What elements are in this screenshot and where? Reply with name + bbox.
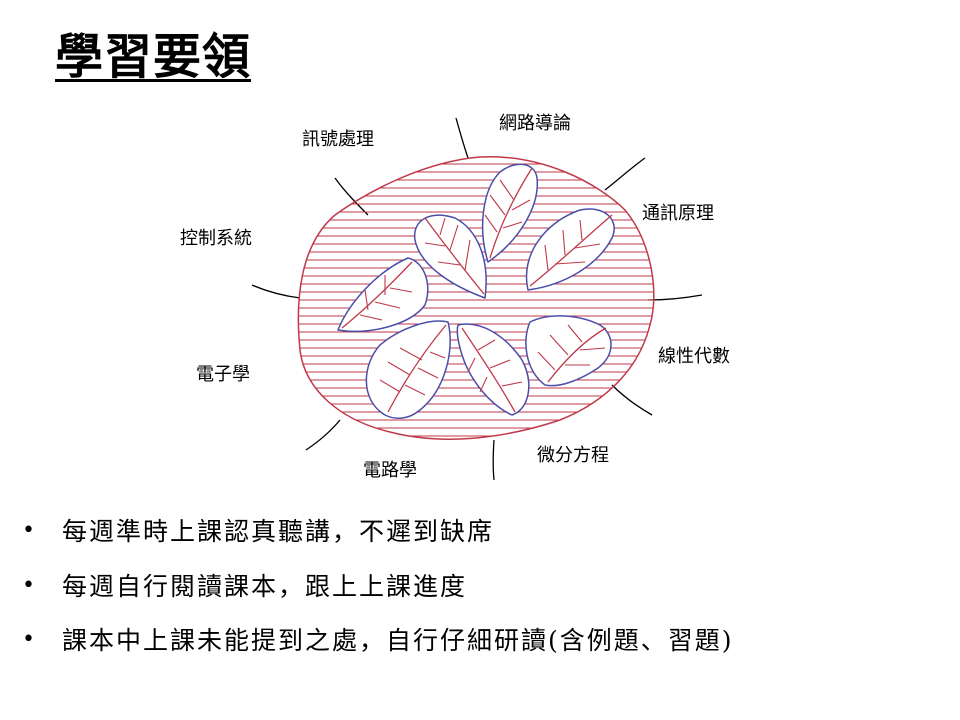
leaf-left bbox=[337, 257, 429, 332]
bullet-text: 每週準時上課認真聽講，不遲到缺席 bbox=[62, 517, 495, 546]
leaves bbox=[337, 163, 615, 420]
leaf-top bbox=[481, 163, 539, 263]
leaf-lower-middle bbox=[456, 323, 530, 416]
label-network-intro: 網路導論 bbox=[499, 113, 571, 134]
slide: 學習要領 訊號處理 網路導論 通訊原理 控制系統 線性代數 電子學 微分方程 電… bbox=[0, 0, 960, 720]
label-differential-equations: 微分方程 bbox=[537, 445, 609, 466]
leaf-upper-right bbox=[525, 208, 615, 291]
course-diagram: 訊號處理 網路導論 通訊原理 控制系統 線性代數 電子學 微分方程 電路學 bbox=[180, 113, 730, 481]
bullet-text: 課本中上課未能提到之處，自行仔細研讀(含例題、習題) bbox=[62, 626, 734, 655]
blob-outline bbox=[297, 156, 655, 440]
bullet-marker: • bbox=[22, 572, 35, 598]
label-linear-algebra: 線性代數 bbox=[658, 346, 730, 367]
label-electronics: 電子學 bbox=[196, 364, 250, 385]
bullet-item: • 課本中上課未能提到之處，自行仔細研讀(含例題、習題) bbox=[22, 619, 734, 659]
bullet-marker: • bbox=[22, 626, 35, 652]
bullet-marker: • bbox=[22, 517, 35, 543]
bullet-item: • 每週自行閱讀課本，跟上上課進度 bbox=[22, 565, 467, 605]
bullet-item: • 每週準時上課認真聽講，不遲到缺席 bbox=[22, 510, 494, 550]
label-signal-processing: 訊號處理 bbox=[302, 129, 374, 150]
label-communication-principles: 通訊原理 bbox=[642, 203, 714, 224]
label-control-systems: 控制系統 bbox=[180, 228, 252, 249]
leaf-lower-right bbox=[525, 315, 612, 387]
label-circuits: 電路學 bbox=[363, 460, 417, 481]
bullet-text: 每週自行閱讀課本，跟上上課進度 bbox=[62, 572, 468, 601]
